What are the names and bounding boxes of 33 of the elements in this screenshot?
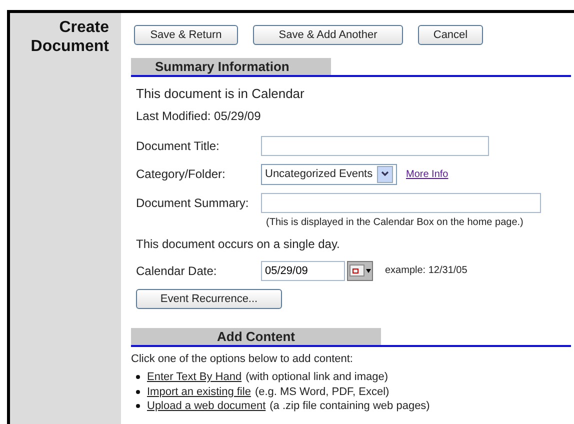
location-text: This document is in Calendar bbox=[135, 85, 306, 103]
chevron-down-icon bbox=[380, 171, 389, 177]
example-text: example: 12/31/05 bbox=[385, 264, 468, 278]
option-note: (e.g. MS Word, PDF, Excel) bbox=[254, 384, 390, 399]
bullet-icon bbox=[136, 390, 140, 394]
option-note: (a .zip file containing web pages) bbox=[270, 399, 430, 414]
field-label: Category/Folder: bbox=[135, 166, 226, 183]
summary-field[interactable] bbox=[261, 192, 541, 212]
text-field[interactable] bbox=[261, 136, 489, 156]
section-heading: Add Content bbox=[131, 328, 381, 344]
page-title: Create Document bbox=[30, 18, 109, 56]
option-link[interactable]: Upload a web document bbox=[147, 399, 266, 414]
option-note: (with optional link and image) bbox=[246, 370, 388, 384]
field-label: Calendar Date: bbox=[135, 262, 218, 280]
option-link[interactable]: Import an existing file bbox=[147, 384, 251, 399]
instruction-text: Click one of the options below to add content: bbox=[131, 352, 354, 366]
category-dropdown[interactable]: Uncategorized Events bbox=[261, 164, 397, 184]
calendar-icon[interactable] bbox=[347, 260, 373, 280]
bullet-icon bbox=[136, 375, 140, 380]
event-recurrence-button[interactable]: Event Recurrence... bbox=[136, 288, 282, 308]
form-button[interactable]: Save & Add Another bbox=[253, 25, 403, 45]
field-label: Document Summary: bbox=[135, 194, 250, 212]
occurs-text: This document occurs on a single day. bbox=[135, 236, 341, 252]
form-button[interactable]: Cancel bbox=[418, 25, 483, 45]
more-info-link[interactable]: More Info bbox=[406, 166, 448, 182]
hint-text: (This is displayed in the Calendar Box on the home page.) bbox=[266, 216, 524, 230]
field-label: Document Title: bbox=[135, 138, 220, 154]
form-button[interactable]: Save & Return bbox=[134, 25, 238, 45]
bullet-icon bbox=[136, 404, 140, 408]
last-modified-text: Last Modified: 05/29/09 bbox=[135, 108, 262, 124]
option-link[interactable]: Enter Text By Hand bbox=[147, 370, 242, 384]
date-field[interactable]: 05/29/09 bbox=[261, 260, 345, 280]
section-heading: Summary Information bbox=[131, 58, 331, 75]
